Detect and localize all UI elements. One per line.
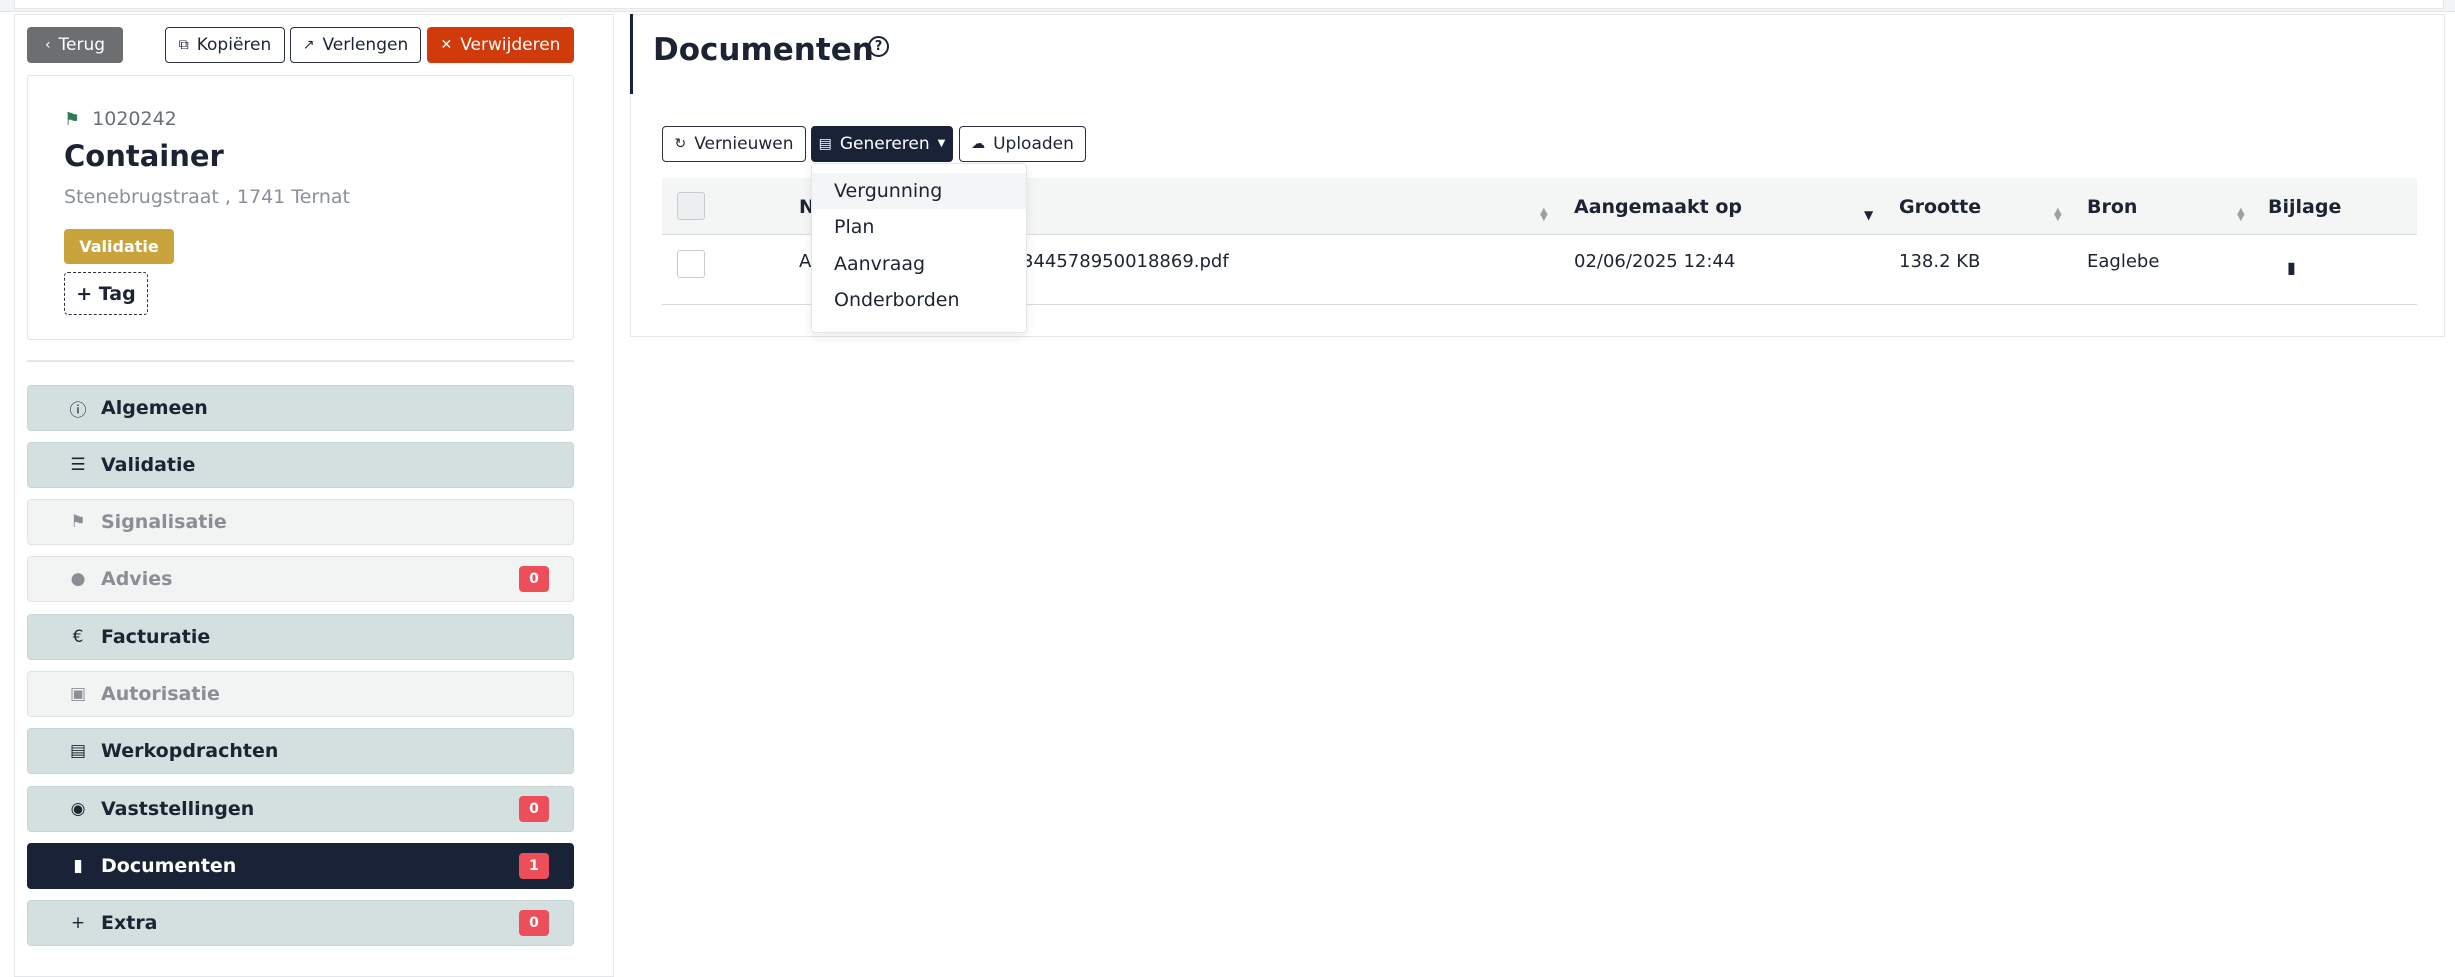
- dropdown-item-vergunning[interactable]: Vergunning: [812, 173, 1026, 209]
- row-checkbox[interactable]: [677, 250, 705, 278]
- top-bar-inner: [14, 0, 2444, 9]
- sidebar-item-label: Facturatie: [101, 626, 211, 648]
- file-icon: ▤: [69, 741, 87, 761]
- close-icon: ✕: [440, 37, 453, 53]
- column-header-source[interactable]: Bron: [2087, 196, 2137, 218]
- generate-button[interactable]: ▤ Genereren ▼: [811, 126, 953, 162]
- record-title: Container: [64, 139, 224, 173]
- document-icon: ▮: [73, 856, 83, 876]
- record-id-value: 1020242: [92, 108, 177, 130]
- record-card: ⚑ 1020242 Container Stenebrugstraat , 17…: [27, 75, 574, 340]
- sidebar-item-autorisatie[interactable]: ▣ Autorisatie: [27, 671, 574, 717]
- signpost-icon: ⚑: [70, 512, 86, 532]
- column-header-size[interactable]: Grootte: [1899, 196, 1981, 218]
- delete-button[interactable]: ✕ Verwijderen: [427, 27, 574, 63]
- sidebar-item-werkopdrachten[interactable]: ▤ Werkopdrachten: [27, 728, 574, 774]
- sidebar-item-advies[interactable]: ● Advies 0: [27, 556, 574, 602]
- column-header-attachment: Bijlage: [2268, 196, 2342, 218]
- back-button[interactable]: ‹ Terug: [27, 27, 123, 63]
- sort-icon[interactable]: ▲ ▼: [2054, 207, 2062, 223]
- status-badge: Validatie: [64, 229, 174, 264]
- share-icon: ↗: [302, 37, 315, 53]
- sidebar-divider: [27, 360, 574, 362]
- delete-button-label: Verwijderen: [460, 35, 561, 55]
- record-id: ⚑ 1020242: [64, 108, 177, 130]
- sidebar-item-label: Validatie: [101, 454, 196, 476]
- sidebar-item-label: Advies: [101, 568, 173, 590]
- file-icon[interactable]: ▮: [2287, 258, 2296, 277]
- dropdown-item-onderborden[interactable]: Onderborden: [812, 282, 1026, 318]
- top-bar: [0, 0, 2455, 12]
- sidebar-item-label: Werkopdrachten: [101, 740, 279, 762]
- row-size: 138.2 KB: [1899, 251, 1981, 272]
- euro-icon: €: [72, 627, 84, 647]
- renew-button-label: Vernieuwen: [694, 134, 794, 154]
- sidebar-item-label: Autorisatie: [101, 683, 220, 705]
- count-badge: 0: [519, 566, 549, 592]
- dropdown-item-aanvraag[interactable]: Aanvraag: [812, 246, 1026, 282]
- plus-icon: +: [70, 913, 86, 933]
- sidebar-item-algemeen[interactable]: ⓘ Algemeen: [27, 385, 574, 431]
- upload-button[interactable]: ☁ Uploaden: [959, 126, 1086, 162]
- sidebar-item-label: Signalisatie: [101, 511, 227, 533]
- copy-button[interactable]: ⧉ Kopiëren: [165, 27, 285, 63]
- sidebar-item-extra[interactable]: + Extra 0: [27, 900, 574, 946]
- checklist-icon: ☰: [70, 455, 86, 475]
- count-badge: 0: [519, 910, 549, 936]
- count-badge: 1: [519, 853, 549, 879]
- info-icon: ⓘ: [69, 400, 87, 421]
- column-header-created[interactable]: Aangemaakt op: [1574, 196, 1742, 218]
- title-accent-bar: [630, 14, 633, 94]
- sidebar-item-validatie[interactable]: ☰ Validatie: [27, 442, 574, 488]
- add-tag-button[interactable]: + Tag: [64, 272, 148, 315]
- sort-icon[interactable]: ▲ ▼: [2237, 207, 2245, 223]
- generate-dropdown: Vergunning Plan Aanvraag Onderborden: [811, 163, 1027, 333]
- sidebar-item-vaststellingen[interactable]: ◉ Vaststellingen 0: [27, 786, 574, 832]
- generate-button-label: Genereren: [839, 134, 930, 154]
- sort-desc-icon[interactable]: ▼: [1864, 209, 1873, 221]
- count-badge: 0: [519, 796, 549, 822]
- cloud-upload-icon: ☁: [971, 136, 986, 152]
- record-address: Stenebrugstraat , 1741 Ternat: [64, 186, 350, 208]
- upload-button-label: Uploaden: [993, 134, 1074, 154]
- caret-down-icon: ▼: [937, 138, 946, 149]
- sidebar-item-label: Algemeen: [101, 397, 208, 419]
- sidebar-item-documenten[interactable]: ▮ Documenten 1: [27, 843, 574, 889]
- renew-button[interactable]: ↻ Vernieuwen: [662, 126, 806, 162]
- extend-button[interactable]: ↗ Verlengen: [290, 27, 421, 63]
- sidebar-item-label: Documenten: [101, 855, 237, 877]
- refresh-icon: ↻: [674, 136, 687, 152]
- sidebar-item-facturatie[interactable]: € Facturatie: [27, 614, 574, 660]
- row-created: 02/06/2025 12:44: [1574, 251, 1736, 272]
- signpost-icon: ⚑: [64, 108, 81, 130]
- page-title: Documenten: [653, 32, 874, 68]
- copy-icon: ⧉: [178, 37, 189, 53]
- row-source: Eaglebe: [2087, 251, 2160, 272]
- sidebar-item-label: Vaststellingen: [101, 798, 255, 820]
- chevron-left-icon: ‹: [44, 37, 51, 53]
- select-all-checkbox[interactable]: [677, 192, 705, 220]
- eye-icon: ◉: [70, 799, 86, 819]
- row-name-end: 344578950018869.pdf: [1022, 251, 1229, 272]
- comment-icon: ●: [70, 569, 86, 589]
- sidebar-item-signalisatie[interactable]: ⚑ Signalisatie: [27, 499, 574, 545]
- row-name-start: A: [799, 251, 812, 272]
- sort-icon[interactable]: ▲ ▼: [1540, 207, 1548, 223]
- help-icon[interactable]: ?: [868, 36, 889, 57]
- file-lock-icon: ▣: [69, 684, 87, 704]
- file-gear-icon: ▤: [818, 136, 832, 152]
- extend-button-label: Verlengen: [322, 35, 409, 55]
- sidebar-item-label: Extra: [101, 912, 158, 934]
- back-button-label: Terug: [58, 35, 106, 55]
- dropdown-item-plan[interactable]: Plan: [812, 209, 1026, 245]
- copy-button-label: Kopiëren: [196, 35, 272, 55]
